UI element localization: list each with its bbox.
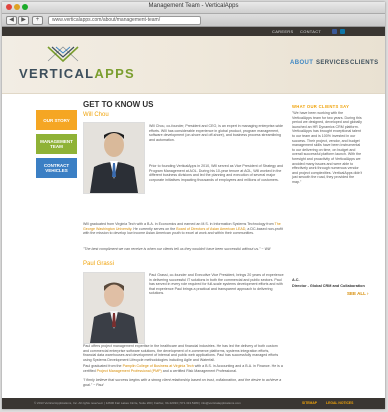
nav-services[interactable]: SERVICES: [316, 60, 349, 66]
forward-icon[interactable]: ▶: [18, 16, 29, 25]
will-edu-text-a: Will graduated from Virginia Tech with a…: [83, 222, 275, 226]
will-chou-photo: [83, 122, 145, 194]
add-tab-icon[interactable]: +: [32, 16, 43, 25]
nav-about[interactable]: ABOUT: [290, 60, 313, 66]
sidebar-item-our-story[interactable]: OUR STORY: [36, 110, 77, 130]
utility-bar: CAREERS CONTACT: [2, 27, 385, 36]
paul-grassi-photo: [83, 272, 145, 344]
will-edu-text-b: . He currently serves on the: [131, 226, 177, 231]
logo-word-apps: APPS: [94, 66, 136, 81]
testimonial-quote: "We have been working with the VerticalA…: [292, 111, 363, 184]
will-bio-paragraph-1: Will Chou, co-founder, President and CEO…: [149, 124, 284, 142]
paul-edu-text-a: Paul graduated from the: [83, 364, 123, 368]
testimonial-heading: WHAT OUR CLIENTS SAY: [292, 104, 350, 109]
facebook-icon[interactable]: [332, 29, 337, 34]
will-bio-paragraph-2: Prior to founding VerticalApps in 2010, …: [149, 164, 283, 182]
logo-mark-icon: [47, 46, 79, 63]
paul-education-paragraph: Paul graduated from the Pamplin College …: [83, 364, 283, 373]
nav-clients[interactable]: CLIENTS: [350, 60, 378, 66]
window-title: Management Team - VerticalApps: [148, 3, 239, 9]
person-name-will: Will Chou: [83, 112, 109, 118]
site-header: VERTICALAPPS ABOUT SERVICES CLIENTS: [2, 36, 385, 94]
footer-sitemap-link[interactable]: SITEMAP: [302, 401, 317, 405]
browser-window: Management Team - VerticalApps ◀ ▶ + www…: [2, 2, 385, 409]
footer-copyright: © 2013 Vertical Applications, Inc. All r…: [34, 401, 241, 405]
logo-word-vertical: VERTICAL: [19, 66, 95, 81]
pmp-link[interactable]: Project Management Professional (PMP): [97, 369, 162, 373]
site-footer: © 2013 Vertical Applications, Inc. All r…: [2, 398, 385, 409]
see-all-link[interactable]: SEE ALL ›: [347, 291, 369, 296]
will-quote: "The best compliment we can receive is w…: [83, 247, 271, 251]
contact-link[interactable]: CONTACT: [300, 29, 321, 34]
careers-link[interactable]: CAREERS: [272, 29, 293, 34]
back-icon[interactable]: ◀: [6, 16, 17, 25]
pamplin-link[interactable]: Pamplin College of Business at Virginia …: [123, 364, 194, 368]
footer-legal-link[interactable]: LEGAL NOTICES: [326, 401, 353, 405]
testimonial-name: A.C.: [292, 278, 300, 282]
linkedin-icon[interactable]: [340, 29, 345, 34]
person-name-paul: Paul Grassi: [83, 261, 115, 267]
paul-bio-paragraph-1: Paul Grassi, co-founder and Executive Vi…: [149, 273, 284, 296]
asian-american-lead-link[interactable]: Board of Directors of Asian American LEA…: [176, 227, 245, 231]
sidebar-item-contract-vehicles[interactable]: CONTRACT VEHICLES: [36, 158, 77, 178]
testimonial-title: Director - Global CRM and Collaboration: [292, 284, 365, 288]
will-education-paragraph: Will graduated from Virginia Tech with a…: [83, 222, 283, 236]
paul-bio-paragraph-2: Paul offers project management expertise…: [83, 344, 279, 362]
address-bar[interactable]: www.verticalapps.com/about/management-te…: [48, 16, 201, 25]
browser-toolbar: ◀ ▶ + www.verticalapps.com/about/managem…: [2, 14, 385, 27]
logo-wordmark[interactable]: VERTICALAPPS: [19, 66, 135, 81]
main-content: OUR STORY MANAGEMENT TEAM CONTRACT VEHIC…: [2, 94, 385, 389]
sidebar-item-management-team[interactable]: MANAGEMENT TEAM: [36, 134, 77, 154]
paul-edu-text-c: and a certified Risk Management Professi…: [161, 368, 238, 373]
title-bar: Management Team - VerticalApps: [2, 2, 385, 14]
page-title: GET TO KNOW US: [83, 100, 154, 109]
paul-quote: "I firmly believe that success begins wi…: [83, 378, 282, 387]
